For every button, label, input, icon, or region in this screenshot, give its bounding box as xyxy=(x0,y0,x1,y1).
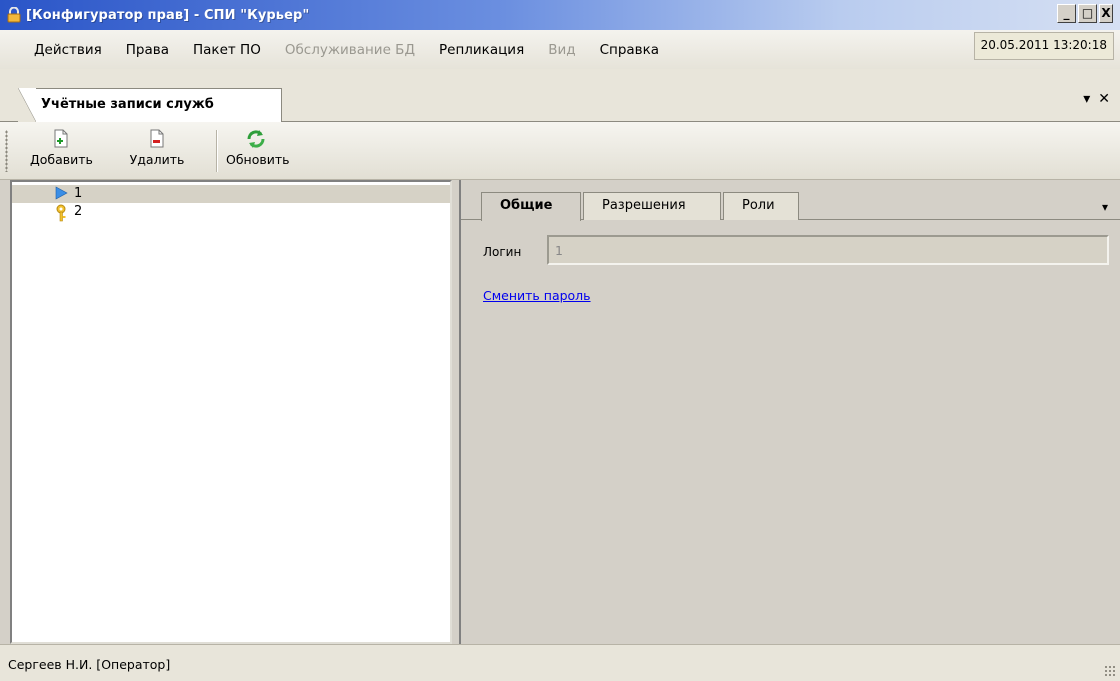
menu-view: Вид xyxy=(548,41,576,58)
chevron-down-icon[interactable]: ▾ xyxy=(1083,91,1090,107)
minimize-button[interactable]: _ xyxy=(1057,4,1076,23)
tab-general[interactable]: Общие xyxy=(481,192,581,221)
key-icon xyxy=(54,204,68,226)
status-bar: Сергеев Н.И. [Оператор] xyxy=(0,644,1120,681)
tree-item[interactable]: 2 xyxy=(12,203,450,222)
left-frame xyxy=(0,180,10,644)
window-controls: _ □ X xyxy=(1055,4,1113,24)
tree-item-label: 1 xyxy=(74,186,83,201)
add-button-label: Добавить xyxy=(30,152,93,167)
menu-software-package[interactable]: Пакет ПО xyxy=(181,42,273,58)
play-arrow-icon xyxy=(54,186,68,204)
accounts-tree[interactable]: 1 2 xyxy=(10,180,452,644)
refresh-button-label: Обновить xyxy=(226,152,290,167)
menu-db-maintenance: Обслуживание БД xyxy=(284,41,415,58)
tree-item-label: 2 xyxy=(74,204,83,219)
toolbar: Добавить Удалить Обновить xyxy=(0,122,1120,180)
toolbar-separator xyxy=(216,130,217,172)
document-tab-strip: Учётные записи служб ▾ ✕ xyxy=(0,69,1120,122)
login-field[interactable] xyxy=(547,235,1109,265)
change-password-link[interactable]: Сменить пароль xyxy=(483,288,591,303)
menu-rights[interactable]: Права xyxy=(114,42,181,58)
menu-actions[interactable]: Действия xyxy=(22,42,114,58)
restore-button[interactable]: □ xyxy=(1078,4,1097,23)
tab-service-accounts[interactable]: Учётные записи служб xyxy=(18,88,282,122)
delete-button[interactable]: Удалить xyxy=(128,128,186,174)
tab-roles[interactable]: Роли xyxy=(723,192,799,220)
menu-replication[interactable]: Репликация xyxy=(427,42,536,58)
delete-button-label: Удалить xyxy=(129,152,185,167)
tab-general-label: Общие xyxy=(500,198,553,213)
details-tab-strip: Общие Разрешения Роли ▾ xyxy=(461,188,1120,221)
add-button[interactable]: Добавить xyxy=(30,128,93,174)
refresh-button[interactable]: Обновить xyxy=(226,128,290,174)
resize-grip[interactable] xyxy=(1104,665,1116,677)
chevron-down-icon[interactable]: ▾ xyxy=(1102,200,1108,214)
document-tab-controls: ▾ ✕ xyxy=(1083,91,1110,107)
lock-icon xyxy=(7,6,21,23)
tree-item[interactable]: 1 xyxy=(12,185,450,203)
title-bar: [Конфигуратор прав] - СПИ "Курьер" _ □ X xyxy=(0,0,1120,30)
current-user-status: Сергеев Н.И. [Оператор] xyxy=(8,657,171,672)
add-document-icon xyxy=(50,128,72,150)
delete-document-icon xyxy=(146,128,168,150)
datetime-display: 20.05.2011 13:20:18 xyxy=(973,32,1114,60)
close-icon[interactable]: ✕ xyxy=(1098,91,1110,107)
details-panel: Общие Разрешения Роли ▾ Логин Сменить па… xyxy=(459,180,1120,644)
toolbar-grip[interactable] xyxy=(5,130,8,172)
close-button[interactable]: X xyxy=(1099,4,1113,23)
tab-permissions-label: Разрешения xyxy=(602,198,686,213)
tab-roles-label: Роли xyxy=(742,198,775,213)
panel-splitter[interactable] xyxy=(452,180,459,644)
tab-service-accounts-label: Учётные записи служб xyxy=(41,97,214,112)
menu-help[interactable]: Справка xyxy=(588,42,671,58)
tab-permissions[interactable]: Разрешения xyxy=(583,192,721,220)
refresh-icon xyxy=(245,128,267,150)
window-title: [Конфигуратор прав] - СПИ "Курьер" xyxy=(26,7,310,23)
menu-bar: Действия Права Пакет ПО Обслуживание БД … xyxy=(0,30,1120,69)
login-label: Логин xyxy=(483,245,522,259)
